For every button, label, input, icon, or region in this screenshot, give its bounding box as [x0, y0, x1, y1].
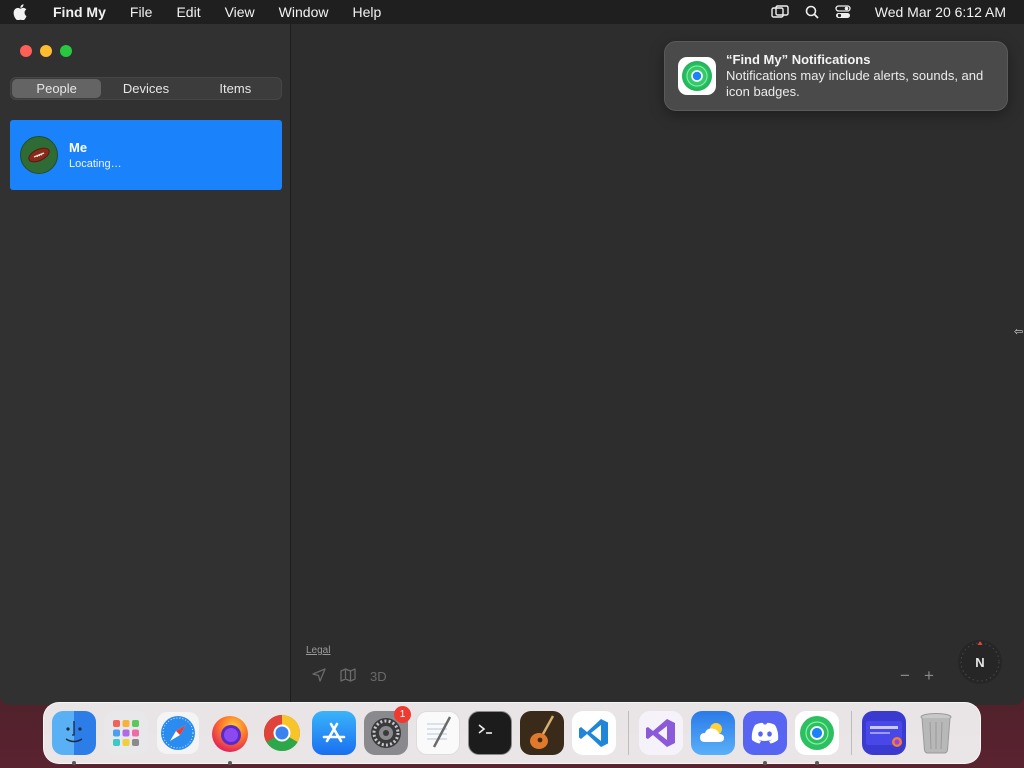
notification-badge: 1 — [394, 706, 411, 723]
notification-banner[interactable]: “Find My” Notifications Notifications ma… — [664, 41, 1008, 111]
visual-studio-icon[interactable] — [639, 711, 683, 755]
garageband-icon[interactable] — [520, 711, 564, 755]
menu-window[interactable]: Window — [267, 0, 341, 24]
current-location-icon[interactable] — [312, 667, 326, 685]
screen-mirroring-icon[interactable] — [771, 5, 789, 19]
person-name: Me — [69, 140, 88, 155]
menu-help[interactable]: Help — [340, 0, 393, 24]
menu-view[interactable]: View — [213, 0, 267, 24]
compass-north-label: N — [975, 654, 985, 670]
apple-menu-icon[interactable] — [0, 4, 40, 20]
map-controls: 3D — [312, 664, 412, 688]
running-indicator — [228, 761, 232, 765]
trash-icon[interactable] — [914, 711, 958, 755]
map-view[interactable]: Legal 3D − + N — [292, 24, 1024, 705]
map-mode-icon[interactable] — [340, 667, 356, 685]
zoom-in-button[interactable]: + — [924, 666, 934, 686]
running-indicator — [815, 761, 819, 765]
finder-icon[interactable] — [52, 711, 96, 765]
zoom-window-button[interactable] — [60, 45, 72, 57]
chrome-icon[interactable] — [260, 711, 304, 755]
launchpad-icon[interactable] — [104, 711, 148, 755]
find-my-dock-icon[interactable] — [795, 711, 839, 765]
dock-separator — [628, 711, 629, 755]
menu-edit[interactable]: Edit — [164, 0, 212, 24]
notification-body: Notifications may include alerts, sounds… — [726, 68, 984, 99]
tab-items[interactable]: Items — [191, 79, 280, 98]
running-indicator — [763, 761, 767, 765]
system-settings-icon[interactable]: 1 — [364, 706, 411, 755]
firefox-window-thumbnail-icon[interactable] — [862, 711, 906, 755]
sidebar: People Devices Items Me Locating… — [0, 24, 291, 705]
running-indicator — [72, 761, 76, 765]
avatar — [20, 136, 58, 174]
notification-title: “Find My” Notifications — [726, 52, 871, 67]
tab-devices[interactable]: Devices — [101, 79, 190, 98]
tab-people[interactable]: People — [12, 79, 102, 98]
menu-file[interactable]: File — [118, 0, 165, 24]
textedit-icon[interactable] — [416, 711, 460, 755]
search-icon[interactable] — [805, 5, 819, 19]
person-row-me[interactable]: Me Locating… — [10, 120, 282, 190]
close-window-button[interactable] — [20, 45, 32, 57]
window-controls — [20, 45, 72, 57]
app-store-icon[interactable] — [312, 711, 356, 755]
terminal-icon[interactable] — [468, 711, 512, 755]
minimize-window-button[interactable] — [40, 45, 52, 57]
find-my-app-icon — [678, 57, 716, 95]
control-center-icon[interactable] — [835, 5, 851, 19]
menubar-clock[interactable]: Wed Mar 20 6:12 AM — [875, 4, 1006, 20]
discord-icon[interactable] — [743, 711, 787, 765]
menu-bar: Find My File Edit View Window Help Wed M… — [0, 0, 1024, 24]
vscode-icon[interactable] — [572, 711, 616, 755]
safari-icon[interactable] — [156, 711, 200, 755]
find-my-window: People Devices Items Me Locating… Legal … — [0, 24, 1024, 705]
dock: 1 — [43, 702, 981, 765]
person-status: Locating… — [69, 158, 122, 170]
people-devices-items-tabs: People Devices Items — [10, 77, 282, 100]
compass[interactable]: N — [958, 640, 1002, 684]
firefox-icon[interactable] — [208, 711, 252, 765]
weather-icon[interactable] — [691, 711, 735, 755]
legal-link[interactable]: Legal — [306, 645, 330, 656]
zoom-out-button[interactable]: − — [900, 666, 910, 686]
dock-separator — [851, 711, 852, 755]
zoom-controls: − + — [900, 666, 934, 686]
resize-cursor-icon: ⇦ — [1014, 326, 1024, 338]
3d-button[interactable]: 3D — [370, 669, 387, 684]
app-menu-find-my[interactable]: Find My — [40, 0, 118, 24]
